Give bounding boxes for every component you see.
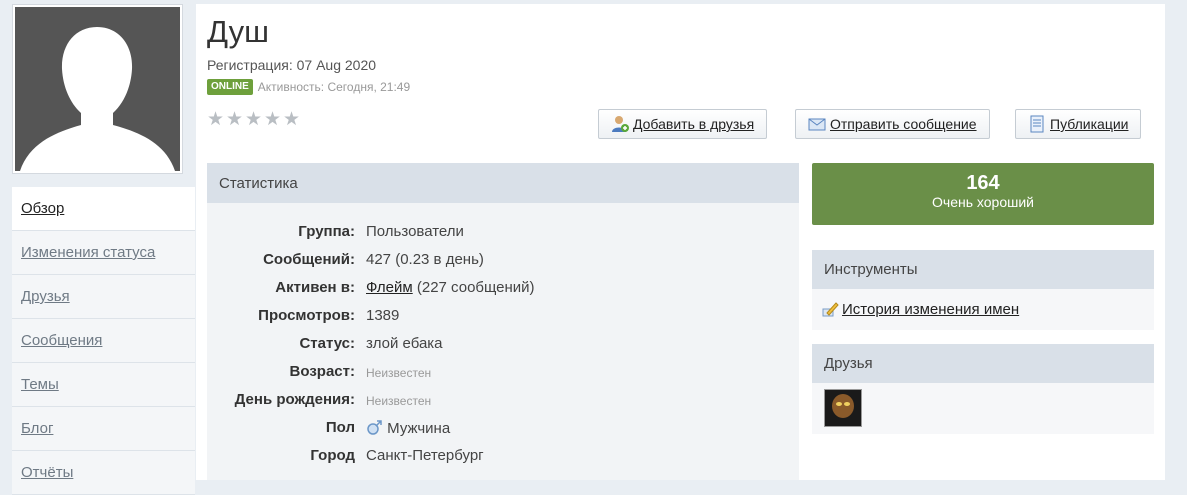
pencil-icon: [822, 300, 840, 318]
stat-label: Активен в:: [275, 279, 355, 296]
stat-label: Сообщений:: [263, 251, 355, 268]
stat-row-views: Просмотров: 1389: [207, 307, 799, 329]
profile-nav: Обзор Изменения статуса Друзья Сообщения…: [12, 187, 195, 495]
stat-label: Статус:: [299, 335, 355, 352]
stat-value: Неизвестен: [366, 366, 432, 380]
rating-stars[interactable]: ★ ★ ★ ★ ★: [207, 110, 302, 129]
stat-label: Просмотров:: [258, 307, 355, 324]
stat-value: Флейм (227 сообщений): [366, 279, 535, 296]
name-history-label: История изменения имен: [842, 300, 1020, 318]
reputation-value: 164: [966, 172, 1000, 194]
male-icon: [366, 419, 383, 436]
stat-row-posts: Сообщений: 427 (0.23 в день): [207, 251, 799, 273]
stat-value: Мужчина: [366, 419, 450, 437]
friends-title: Друзья: [812, 344, 1154, 383]
stat-value: Санкт-Петербург: [366, 447, 484, 464]
star-icon[interactable]: ★: [264, 110, 283, 129]
stat-row-city: Город Санкт-Петербург: [207, 447, 799, 469]
add-user-icon: [611, 115, 629, 133]
stat-value: 427 (0.23 в день): [366, 251, 484, 268]
name-history-link[interactable]: История изменения имен: [812, 289, 1154, 329]
tools-title: Инструменты: [812, 250, 1154, 289]
star-icon[interactable]: ★: [226, 110, 245, 129]
reputation-label: Очень хороший: [932, 194, 1034, 210]
profile-main: Душ Регистрация: 07 Aug 2020 ONLINE Акти…: [196, 4, 1165, 480]
nav-item-messages[interactable]: Сообщения: [12, 319, 195, 363]
stat-row-gender: Пол Мужчина: [207, 419, 799, 441]
stat-label: Город: [310, 447, 355, 464]
registration-date: Регистрация: 07 Aug 2020: [207, 57, 377, 73]
reputation-box: 164 Очень хороший: [812, 163, 1154, 225]
left-column: Обзор Изменения статуса Друзья Сообщения…: [12, 0, 195, 495]
nav-item-friends[interactable]: Друзья: [12, 275, 195, 319]
stat-value: Пользователи: [366, 223, 464, 240]
last-activity: Активность: Сегодня, 21:49: [257, 80, 411, 94]
friend-avatar[interactable]: [824, 389, 862, 427]
forum-post-count: (227 сообщений): [412, 279, 535, 296]
online-status: ONLINE Активность: Сегодня, 21:49: [207, 79, 410, 95]
stat-row-status: Статус: злой ебака: [207, 335, 799, 357]
document-icon: [1028, 115, 1046, 133]
publications-label: Публикации: [1050, 116, 1129, 132]
stat-value: 1389: [366, 307, 400, 324]
star-icon[interactable]: ★: [283, 110, 302, 129]
stat-label: Пол: [325, 419, 355, 436]
stat-row-active-in: Активен в: Флейм (227 сообщений): [207, 279, 799, 301]
online-badge: ONLINE: [207, 79, 253, 95]
stat-value: злой ебака: [366, 335, 443, 352]
nav-item-reports[interactable]: Отчёты: [12, 451, 195, 495]
envelope-icon: [808, 115, 826, 133]
publications-button[interactable]: Публикации: [1015, 109, 1142, 139]
send-message-label: Отправить сообщение: [830, 116, 977, 132]
nav-item-overview[interactable]: Обзор: [12, 187, 195, 231]
profile-name: Душ: [207, 14, 270, 49]
star-icon[interactable]: ★: [207, 110, 226, 129]
stat-row-group: Группа: Пользователи: [207, 223, 799, 245]
stat-value: Неизвестен: [366, 394, 432, 408]
gender-text: Мужчина: [383, 420, 451, 437]
nav-item-topics[interactable]: Темы: [12, 363, 195, 407]
send-message-button[interactable]: Отправить сообщение: [795, 109, 990, 139]
tools-panel: Инструменты История изменения имен: [812, 250, 1154, 330]
stat-row-birthday: День рождения: Неизвестен: [207, 391, 799, 413]
stat-label: Возраст:: [289, 363, 355, 380]
stat-row-age: Возраст: Неизвестен: [207, 363, 799, 385]
avatar: [12, 4, 183, 174]
add-friend-label: Добавить в друзья: [633, 116, 755, 132]
friends-panel: Друзья: [812, 344, 1154, 434]
stat-label: День рождения:: [234, 391, 355, 408]
add-friend-button[interactable]: Добавить в друзья: [598, 109, 768, 139]
statistics-panel: Статистика Группа: Пользователи Сообщени…: [207, 163, 799, 480]
nav-item-status-changes[interactable]: Изменения статуса: [12, 231, 195, 275]
avatar-placeholder-icon: [15, 7, 180, 171]
statistics-title: Статистика: [207, 163, 799, 203]
stat-label: Группа:: [298, 223, 355, 240]
forum-link[interactable]: Флейм: [366, 279, 413, 296]
star-icon[interactable]: ★: [245, 110, 264, 129]
nav-item-blog[interactable]: Блог: [12, 407, 195, 451]
